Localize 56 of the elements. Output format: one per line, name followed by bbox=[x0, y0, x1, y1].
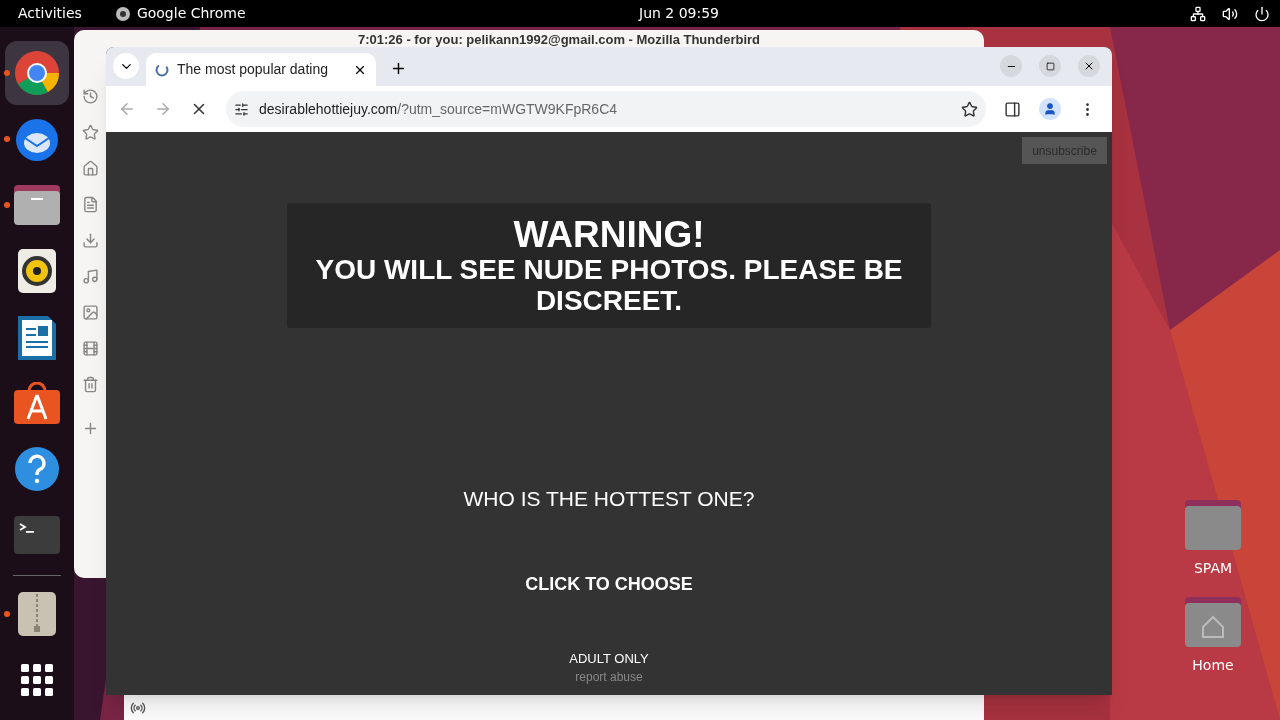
choose-link[interactable]: CLICK TO CHOOSE bbox=[525, 570, 693, 598]
document-icon[interactable] bbox=[82, 196, 99, 213]
document-icon bbox=[18, 314, 56, 360]
app-icon bbox=[114, 5, 131, 22]
speaker-icon bbox=[18, 249, 56, 293]
tab-search-button[interactable] bbox=[113, 53, 139, 79]
shopping-bag-icon bbox=[14, 382, 60, 424]
site-info-icon[interactable] bbox=[234, 101, 249, 117]
archive-icon bbox=[18, 592, 56, 636]
warning-title: WARNING! bbox=[513, 215, 705, 254]
clock[interactable]: Jun 2 09:59 bbox=[639, 3, 720, 24]
terminal-icon bbox=[14, 516, 60, 554]
profile-icon[interactable] bbox=[1039, 98, 1061, 120]
browser-icon bbox=[14, 50, 60, 96]
running-indicator bbox=[4, 136, 10, 142]
maximize-button[interactable] bbox=[1039, 55, 1061, 77]
running-indicator bbox=[4, 202, 10, 208]
window-title: 7:01:26 - for you: pelikann1992@gmail.com - Mozilla Thunderbird bbox=[358, 32, 760, 47]
trash-icon[interactable] bbox=[82, 376, 99, 393]
adult-only-text: ADULT ONLY bbox=[569, 649, 649, 668]
music-icon[interactable] bbox=[82, 268, 99, 285]
close-icon bbox=[1083, 60, 1095, 72]
download-icon[interactable] bbox=[82, 232, 99, 249]
volume-icon[interactable] bbox=[1222, 5, 1238, 22]
warning-text: YOU WILL SEE NUDE PHOTOS. PLEASE BE DISCREET. bbox=[314, 253, 904, 316]
app-grid-icon bbox=[21, 664, 53, 696]
history-icon[interactable] bbox=[82, 88, 99, 105]
home-folder-icon[interactable] bbox=[1185, 597, 1241, 647]
tab-title: The most popular dating bbox=[177, 60, 329, 79]
star-icon[interactable] bbox=[82, 124, 99, 141]
app-name[interactable]: Google Chrome bbox=[136, 3, 246, 24]
desktop-icon-label: SPAM bbox=[1193, 559, 1233, 578]
question-text: WHO IS THE HOTTEST ONE? bbox=[463, 486, 755, 512]
film-icon[interactable] bbox=[82, 340, 99, 357]
network-icon[interactable] bbox=[1190, 5, 1206, 22]
new-tab-icon[interactable] bbox=[390, 60, 407, 77]
close-button[interactable] bbox=[1078, 55, 1100, 77]
image-icon[interactable] bbox=[82, 304, 99, 321]
running-indicator bbox=[4, 611, 10, 617]
browser-tab[interactable]: The most popular dating bbox=[146, 53, 376, 86]
loading-icon bbox=[155, 62, 169, 77]
home-icon[interactable] bbox=[82, 160, 99, 177]
bookmark-icon[interactable] bbox=[961, 100, 978, 118]
side-panel-icon[interactable] bbox=[1004, 100, 1021, 118]
url-text: desirablehottiejuy.com/?utm_source=mWGTW9KFpR6C4 bbox=[259, 99, 618, 119]
report-abuse-link[interactable]: report abuse bbox=[575, 668, 643, 686]
power-icon[interactable] bbox=[1254, 5, 1270, 22]
help-icon bbox=[14, 446, 60, 492]
folder-icon bbox=[14, 185, 60, 225]
add-icon[interactable] bbox=[82, 420, 99, 437]
address-bar[interactable]: desirablehottiejuy.com/?utm_source=mWGTW9KFpR6C4 bbox=[226, 91, 986, 127]
running-indicator bbox=[4, 70, 10, 76]
desktop-icon-label: Home bbox=[1192, 656, 1234, 675]
dock-item[interactable] bbox=[5, 41, 69, 105]
activities-button[interactable]: Activities bbox=[18, 3, 82, 24]
maximize-icon bbox=[1045, 61, 1055, 71]
